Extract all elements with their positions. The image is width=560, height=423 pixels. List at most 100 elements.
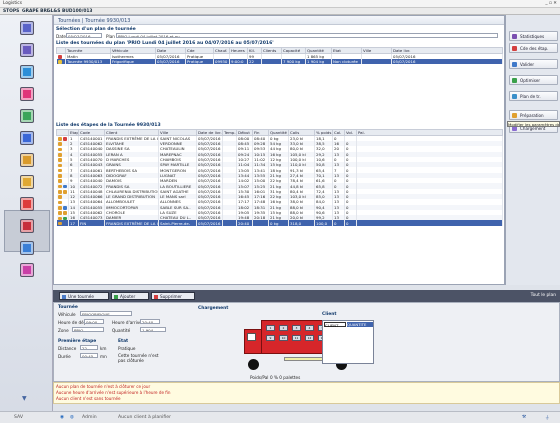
pallet-slot[interactable]: 4: [305, 325, 314, 331]
statistics-button[interactable]: Statistiques: [509, 31, 558, 41]
quantity-item[interactable]: QUANTITE: [347, 322, 373, 327]
pallet-slot[interactable]: 1: [266, 325, 275, 331]
col-header[interactable]: Quantité: [268, 129, 289, 136]
tour-plan-button[interactable]: Plan de tr.: [509, 91, 558, 101]
duration-input[interactable]: 00:45: [80, 353, 98, 358]
filter-icon[interactable]: ⏚: [545, 415, 550, 421]
module-rail: ▼: [0, 15, 53, 411]
module-icon-6[interactable]: [20, 131, 34, 145]
qty-input[interactable]: 1 904: [140, 327, 166, 332]
stop-row[interactable]: 17 FIN FRANDIS EXTRÊME DE LA C. Saint-Pierr…: [56, 220, 503, 226]
action-tab-bar: Une tournée Ajouter Supprimer Tout le pl…: [53, 290, 560, 302]
date-input[interactable]: 05/07/2016: [66, 33, 102, 38]
tour-icon: [62, 295, 66, 299]
pallet-slot[interactable]: 10: [279, 335, 288, 341]
module-icon-8[interactable]: [20, 175, 34, 189]
box-icon: [512, 113, 517, 118]
pallet-slot[interactable]: 12: [305, 335, 314, 341]
tools-icon[interactable]: ⚒: [522, 415, 526, 420]
menu-bar: STOPS GRAPE BRI GL&S BUD100/013: [0, 8, 560, 15]
qty-label: Quantité: [112, 328, 131, 333]
stop-flag-icon: [62, 184, 67, 189]
stop-cell: C45140064: [78, 199, 105, 205]
module-icon-1[interactable]: [20, 21, 34, 35]
title-bar: Logistics _ ▫ ✕: [0, 0, 560, 8]
rail-scroll-down-icon[interactable]: ▼: [22, 395, 27, 402]
button-label: Optimiser: [520, 78, 541, 83]
tour-cell: [261, 59, 282, 65]
pallet-slot[interactable]: 2: [279, 325, 288, 331]
start-input[interactable]: 09:00: [84, 319, 104, 324]
zone-input[interactable]: PRIO: [72, 327, 104, 332]
col-header[interactable]: Etape: [68, 129, 79, 136]
menu-item-gls[interactable]: GL&S: [47, 9, 60, 14]
orders-icon: [512, 46, 517, 51]
client-item[interactable]: CLIENT: [324, 322, 346, 328]
module-icon-5[interactable]: [20, 109, 34, 123]
optimize-icon: [512, 78, 517, 83]
preparation-button[interactable]: Préparation: [509, 110, 558, 120]
module-icon-10[interactable]: [20, 219, 34, 233]
stop-cell: 17: [68, 220, 79, 226]
optimize-button[interactable]: Optimiser: [509, 75, 558, 85]
message-line: Aucun plan de tournée n'est à clôturer c…: [56, 384, 151, 389]
pallet-slot[interactable]: 9: [266, 335, 275, 341]
module-icon-3[interactable]: [20, 65, 34, 79]
vehicle-input[interactable]: FRIGORIFIQUE: [80, 311, 132, 316]
state-title: Etat: [118, 339, 129, 344]
module-icon-7[interactable]: [20, 153, 34, 167]
check-icon: [512, 62, 517, 67]
main-panel: Tournées | Tournée 9930/013 Sélection d'…: [53, 15, 505, 285]
stop-cell: LA BOUTILLIERE: [158, 183, 197, 189]
user-icon[interactable]: ◍: [70, 415, 74, 420]
tour-group-title: Tournée: [58, 305, 78, 310]
tour-table: Tournée Véhicule Date Cde Chauf. Heures …: [56, 47, 503, 65]
window-controls[interactable]: _ ▫ ✕: [545, 1, 557, 6]
module-icon-2[interactable]: [20, 43, 34, 57]
help-icon[interactable]: ◉: [60, 415, 64, 420]
stop-cell: 05/07/2016: [196, 183, 223, 189]
stop-type-icon: [57, 142, 62, 146]
tour-row[interactable]: Tournée 9930/013 Frigorifique 05/07/2016 Pr…: [56, 59, 503, 65]
stop-orders-button[interactable]: Cde des étap.: [509, 43, 558, 53]
menu-item-stops[interactable]: STOPS: [3, 9, 19, 14]
add-tab[interactable]: Ajouter: [111, 292, 149, 300]
tab-label: Une tournée: [68, 294, 94, 299]
module-icon-4[interactable]: [20, 87, 34, 101]
one-tour-tab[interactable]: Une tournée: [59, 292, 109, 300]
col-header[interactable]: % poids: [314, 129, 333, 136]
col-header[interactable]: Temp.: [222, 129, 237, 136]
tour-cell: 9:00:0: [229, 59, 248, 65]
end-input[interactable]: 20:40: [140, 319, 160, 324]
stop-cell: 05/07/2016: [196, 162, 223, 168]
duration-unit: mn: [100, 354, 107, 359]
menu-item-bud[interactable]: BUD100/013: [62, 9, 93, 14]
pallet-slot[interactable]: 3: [292, 325, 301, 331]
status-message: Aucun client à planifier: [118, 415, 172, 420]
module-icon-9[interactable]: [20, 197, 34, 211]
tour-cell: 05/07/2016: [155, 59, 186, 65]
distance-input[interactable]: 22: [80, 345, 98, 350]
tour-cell: Pratique: [185, 59, 214, 65]
load-label: Poids/Pal: [250, 375, 269, 380]
col-header[interactable]: Chauf.: [213, 47, 230, 54]
stop-cell: 100,0: [314, 220, 333, 226]
module-icon-11[interactable]: [20, 241, 34, 255]
client-list[interactable]: CLIENT QUANTITE: [322, 320, 374, 364]
stop-type-icon: [57, 179, 62, 184]
pallet-slot[interactable]: 11: [292, 335, 301, 341]
stop-cell: C45140040: [78, 178, 105, 184]
message-area: Aucun plan de tournée n'est à clôturer c…: [53, 382, 560, 404]
menu-item-grape[interactable]: GRAPE BRI: [22, 9, 49, 14]
module-icon-12[interactable]: [20, 263, 34, 277]
stop-flag-icon: [62, 190, 67, 194]
plan-select[interactable]: PRIO Lundi 04 juillet 2016 et au: [116, 33, 498, 38]
validate-button[interactable]: Valider: [509, 59, 558, 69]
panel-header: Tournées | Tournée 9930/013: [54, 16, 504, 25]
tour-cell: 22: [247, 59, 262, 65]
distance-label: Distance: [58, 346, 77, 351]
stop-icon-cell: [56, 220, 69, 226]
print-all-button[interactable]: Tout le plan: [531, 293, 556, 298]
delete-tab[interactable]: Supprimer: [151, 292, 195, 300]
col-header[interactable]: Date de livr.: [196, 129, 223, 136]
